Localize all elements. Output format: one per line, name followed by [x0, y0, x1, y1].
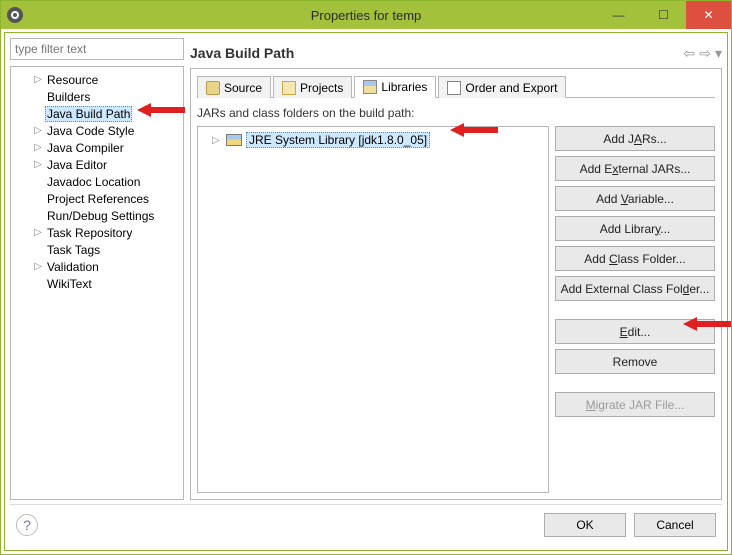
tree-item[interactable]: ▷Java Editor — [13, 156, 181, 173]
tab-order-export[interactable]: Order and Export — [438, 76, 566, 98]
menu-icon[interactable]: ▾ — [715, 45, 722, 62]
window-title: Properties for temp — [311, 8, 422, 23]
tab-bar: Source Projects Libraries Order and Expo… — [197, 75, 715, 98]
libraries-list[interactable]: ▷ JRE System Library [jdk1.8.0_05] — [197, 126, 549, 493]
tree-item[interactable]: ▷Task Repository — [13, 224, 181, 241]
button-column: Add JARs... Add External JARs... Add Var… — [555, 126, 715, 493]
ok-button[interactable]: OK — [544, 513, 626, 537]
footer: ? OK Cancel — [10, 504, 722, 545]
back-icon[interactable]: ⇦ — [684, 45, 696, 62]
order-icon — [447, 81, 461, 95]
left-pane: ▷ResourceBuildersJava Build Path▷Java Co… — [10, 38, 184, 500]
library-label: JRE System Library [jdk1.8.0_05] — [246, 132, 430, 148]
libraries-icon — [363, 80, 377, 94]
tree-item-label: Validation — [45, 260, 101, 274]
tree-item-label: Javadoc Location — [45, 175, 142, 189]
add-class-folder-button[interactable]: Add Class Folder... — [555, 246, 715, 271]
add-library-button[interactable]: Add Library... — [555, 216, 715, 241]
tree-item[interactable]: Java Build Path — [13, 105, 181, 122]
work-area: ▷ JRE System Library [jdk1.8.0_05] Add J… — [197, 126, 715, 493]
add-jars-button[interactable]: Add JARs... — [555, 126, 715, 151]
add-external-class-folder-button[interactable]: Add External Class Folder... — [555, 276, 715, 301]
twisty-icon[interactable]: ▷ — [31, 261, 45, 272]
page-header: Java Build Path ⇦ ⇨ ▾ — [190, 38, 722, 68]
add-external-jars-button[interactable]: Add External JARs... — [555, 156, 715, 181]
projects-icon — [282, 81, 296, 95]
titlebar: Properties for temp — ☐ ✕ — [1, 1, 731, 29]
tab-description: JARs and class folders on the build path… — [197, 106, 715, 120]
library-icon — [226, 134, 242, 146]
tree-item[interactable]: WikiText — [13, 275, 181, 292]
minimize-button[interactable]: — — [596, 1, 641, 29]
edit-button[interactable]: Edit... — [555, 319, 715, 344]
tree-item-label: Java Editor — [45, 158, 109, 172]
twisty-icon[interactable]: ▷ — [31, 74, 45, 85]
twisty-icon[interactable]: ▷ — [31, 159, 45, 170]
tree-item[interactable]: ▷Java Compiler — [13, 139, 181, 156]
cancel-button[interactable]: Cancel — [634, 513, 716, 537]
source-icon — [206, 81, 220, 95]
twisty-icon[interactable]: ▷ — [31, 125, 45, 136]
library-item[interactable]: ▷ JRE System Library [jdk1.8.0_05] — [202, 131, 544, 149]
page-title: Java Build Path — [190, 45, 294, 61]
filter-input[interactable] — [10, 38, 184, 60]
tree-item[interactable]: Javadoc Location — [13, 173, 181, 190]
expand-icon[interactable]: ▷ — [212, 135, 222, 146]
window-buttons: — ☐ ✕ — [596, 1, 731, 29]
twisty-icon[interactable]: ▷ — [31, 227, 45, 238]
tree-item-label: Java Code Style — [45, 124, 136, 138]
tree-item-label: Run/Debug Settings — [45, 209, 156, 223]
page-content: Source Projects Libraries Order and Expo… — [190, 68, 722, 500]
tree-item[interactable]: ▷Validation — [13, 258, 181, 275]
tree-item-label: Project References — [45, 192, 151, 206]
category-tree[interactable]: ▷ResourceBuildersJava Build Path▷Java Co… — [10, 66, 184, 500]
tree-item-label: Builders — [45, 90, 92, 104]
add-variable-button[interactable]: Add Variable... — [555, 186, 715, 211]
tree-item-label: Task Repository — [45, 226, 134, 240]
right-pane: Java Build Path ⇦ ⇨ ▾ Source Projects Li… — [190, 38, 722, 500]
tree-item-label: Java Compiler — [45, 141, 126, 155]
tree-item[interactable]: Task Tags — [13, 241, 181, 258]
tree-item[interactable]: ▷Java Code Style — [13, 122, 181, 139]
dialog-body: ▷ResourceBuildersJava Build Path▷Java Co… — [4, 32, 728, 551]
tree-item[interactable]: ▷Resource — [13, 71, 181, 88]
tab-source[interactable]: Source — [197, 76, 271, 98]
tree-item[interactable]: Project References — [13, 190, 181, 207]
tab-projects[interactable]: Projects — [273, 76, 352, 98]
app-icon — [7, 7, 23, 23]
tree-item-label: Task Tags — [45, 243, 102, 257]
remove-button[interactable]: Remove — [555, 349, 715, 374]
tab-libraries[interactable]: Libraries — [354, 76, 436, 98]
tree-item-label: Resource — [45, 73, 100, 87]
tree-item[interactable]: Builders — [13, 88, 181, 105]
migrate-jar-button: Migrate JAR File... — [555, 392, 715, 417]
twisty-icon[interactable]: ▷ — [31, 142, 45, 153]
tree-item-label: WikiText — [45, 277, 94, 291]
tree-item-label: Java Build Path — [45, 106, 132, 122]
forward-icon[interactable]: ⇨ — [699, 45, 711, 62]
tree-item[interactable]: Run/Debug Settings — [13, 207, 181, 224]
main-area: ▷ResourceBuildersJava Build Path▷Java Co… — [10, 38, 722, 500]
help-button[interactable]: ? — [16, 514, 38, 536]
properties-dialog: Properties for temp — ☐ ✕ ▷ResourceBuild… — [0, 0, 732, 555]
close-button[interactable]: ✕ — [686, 1, 731, 29]
maximize-button[interactable]: ☐ — [641, 1, 686, 29]
nav-icons: ⇦ ⇨ ▾ — [684, 45, 723, 62]
